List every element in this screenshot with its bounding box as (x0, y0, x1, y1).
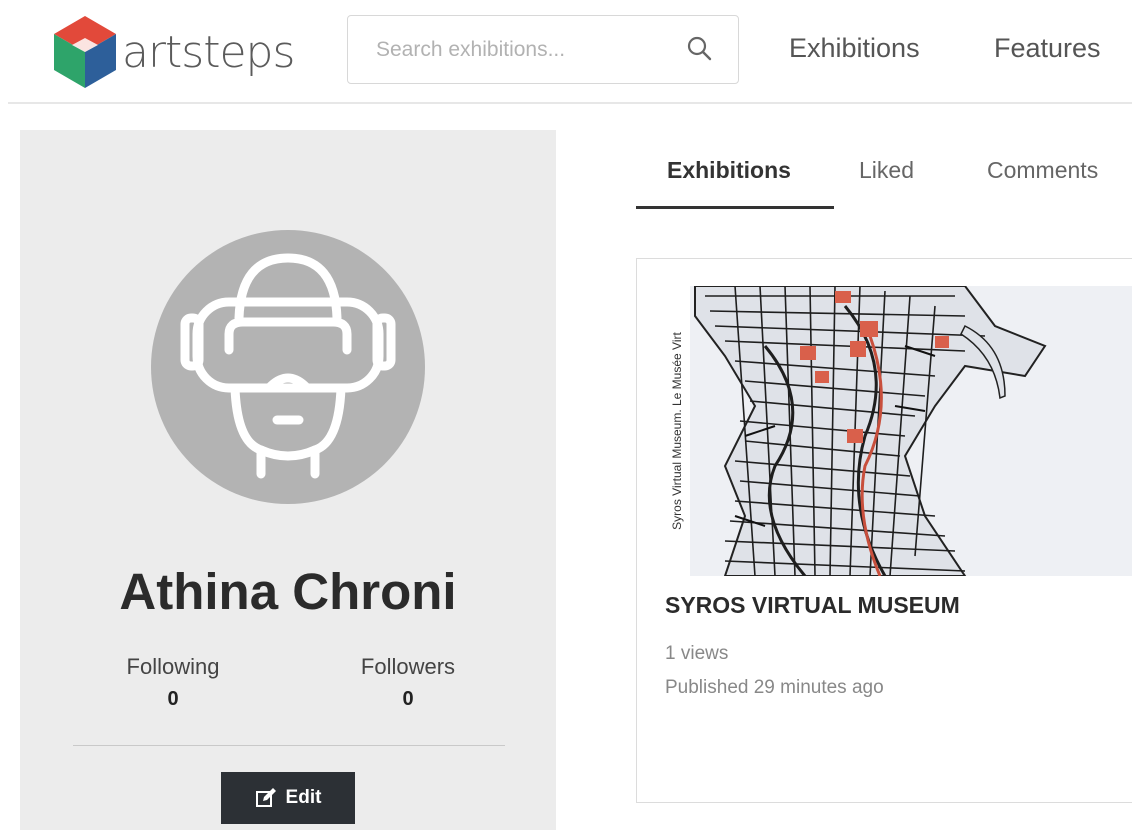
logo-text: artsteps (122, 26, 295, 78)
thumbnail-caption-strip: Syros Virtual Museum. Le Musée Virt (665, 286, 690, 576)
active-tab-indicator (636, 206, 834, 209)
edit-icon (255, 788, 276, 807)
artsteps-logo[interactable]: artsteps (52, 14, 295, 90)
vr-headset-avatar-icon (151, 230, 425, 504)
following-count: 0 (167, 688, 179, 710)
nav-exhibitions-link[interactable]: Exhibitions (789, 33, 920, 64)
followers-stat[interactable]: Followers 0 (328, 654, 488, 711)
followers-label: Followers (360, 654, 456, 679)
profile-divider (73, 745, 505, 746)
search-input[interactable] (376, 37, 676, 62)
top-header: artsteps Exhibitions Features (0, 0, 1132, 103)
followers-count: 0 (402, 688, 414, 710)
search-icon[interactable] (686, 35, 712, 61)
cube-logo-icon (54, 16, 116, 88)
header-divider (8, 102, 1132, 104)
exhibition-views: 1 views (665, 643, 729, 664)
profile-name: Athina Chroni (119, 563, 457, 620)
search-box[interactable] (347, 15, 739, 84)
tab-exhibitions[interactable]: Exhibitions (667, 157, 791, 184)
map-thumbnail-image (665, 286, 1132, 576)
exhibition-published: Published 29 minutes ago (665, 677, 884, 698)
exhibition-card[interactable]: Syros Virtual Museum. Le Musée Virt SYRO… (636, 258, 1132, 803)
edit-profile-button[interactable]: Edit (221, 772, 355, 824)
following-stat[interactable]: Following 0 (93, 654, 253, 711)
edit-button-label: Edit (285, 787, 322, 808)
nav-features-link[interactable]: Features (994, 33, 1101, 64)
tab-liked[interactable]: Liked (859, 157, 914, 184)
following-label: Following (126, 654, 220, 679)
thumbnail-caption: Syros Virtual Museum. Le Musée Virt (670, 332, 684, 530)
exhibition-thumbnail[interactable]: Syros Virtual Museum. Le Musée Virt (665, 286, 1132, 576)
exhibition-title[interactable]: SYROS VIRTUAL MUSEUM (665, 592, 960, 619)
profile-sidebar: Athina Chroni Following 0 Followers 0 Ed… (20, 130, 556, 830)
tab-comments[interactable]: Comments (987, 157, 1098, 184)
